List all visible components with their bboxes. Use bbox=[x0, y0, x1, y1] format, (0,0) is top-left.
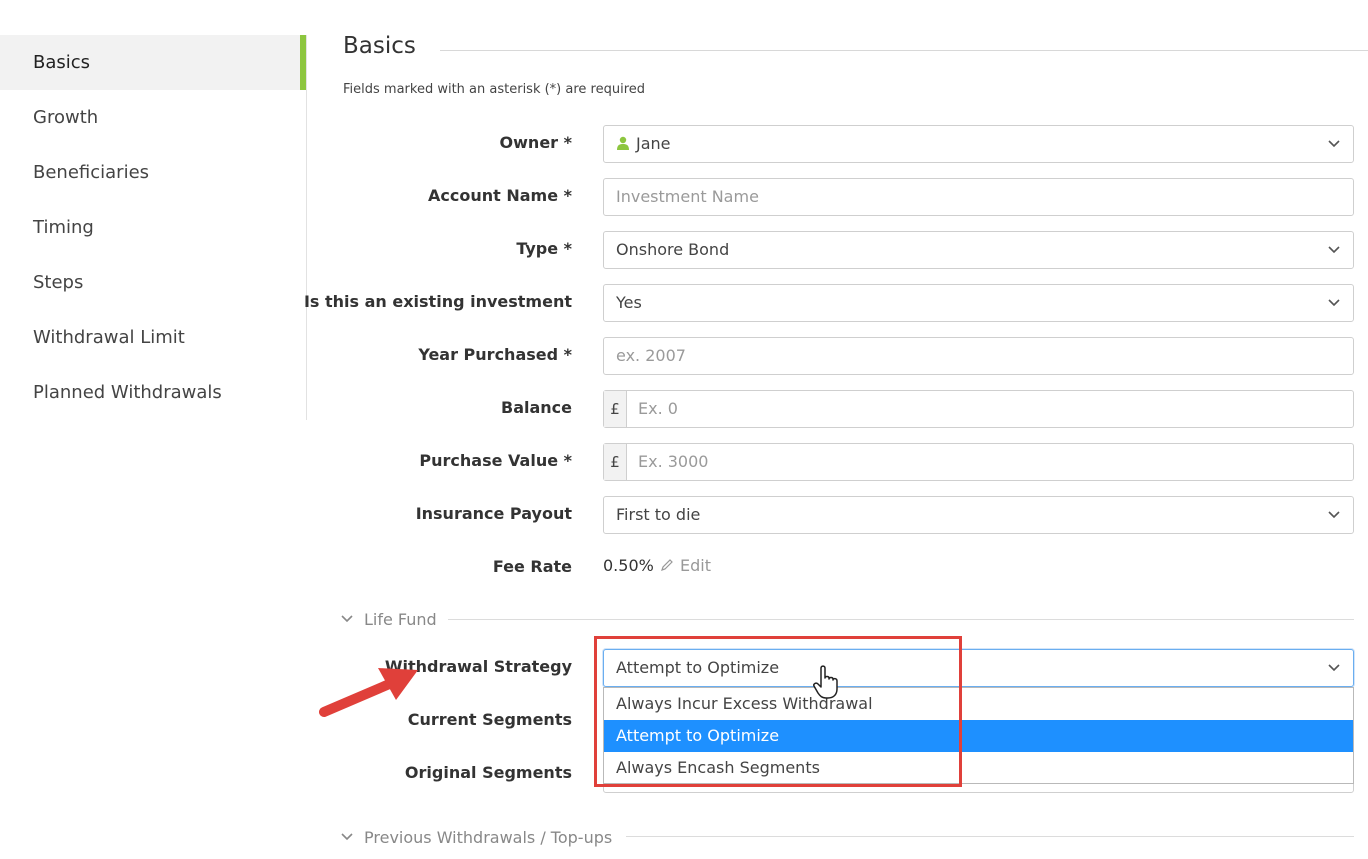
account-name-placeholder: Investment Name bbox=[616, 187, 759, 206]
current-segments-label: Current Segments bbox=[407, 710, 572, 729]
option-attempt-to-optimize[interactable]: Attempt to Optimize bbox=[604, 720, 1353, 752]
fee-rate-value: 0.50% bbox=[603, 556, 654, 575]
owner-label: Owner * bbox=[499, 133, 572, 152]
sidebar-item-basics[interactable]: Basics bbox=[0, 35, 306, 90]
insurance-payout-label: Insurance Payout bbox=[415, 504, 572, 523]
balance-label: Balance bbox=[501, 398, 572, 417]
sidebar-item-timing[interactable]: Timing bbox=[0, 200, 306, 255]
option-always-incur-excess[interactable]: Always Incur Excess Withdrawal bbox=[604, 688, 1353, 720]
chevron-down-icon bbox=[341, 615, 353, 623]
type-select[interactable]: Onshore Bond bbox=[603, 231, 1354, 269]
owner-select[interactable]: Jane bbox=[603, 125, 1354, 163]
life-fund-toggle[interactable]: Life Fund bbox=[340, 610, 437, 629]
withdrawal-strategy-select[interactable]: Attempt to Optimize bbox=[603, 649, 1354, 687]
fee-rate-label: Fee Rate bbox=[492, 557, 572, 576]
balance-input[interactable]: £ Ex. 0 bbox=[603, 390, 1354, 428]
balance-placeholder: Ex. 0 bbox=[638, 399, 678, 418]
title-divider bbox=[440, 50, 1368, 51]
edit-label: Edit bbox=[680, 556, 711, 575]
sidebar-nav: Basics Growth Beneficiaries Timing Steps… bbox=[0, 35, 307, 420]
owner-value: Jane bbox=[636, 134, 671, 153]
insurance-payout-value: First to die bbox=[616, 505, 701, 524]
purchase-value-input[interactable]: £ Ex. 3000 bbox=[603, 443, 1354, 481]
withdrawal-strategy-dropdown: Always Incur Excess Withdrawal Attempt t… bbox=[603, 687, 1354, 784]
previous-withdrawals-toggle[interactable]: Previous Withdrawals / Top-ups bbox=[340, 828, 612, 847]
chevron-down-icon bbox=[1328, 299, 1340, 307]
hand-pointer-icon bbox=[813, 665, 838, 699]
life-fund-heading: Life Fund bbox=[364, 610, 437, 629]
existing-investment-select[interactable]: Yes bbox=[603, 284, 1354, 322]
required-hint: Fields marked with an asterisk (*) are r… bbox=[343, 82, 646, 97]
person-icon bbox=[617, 136, 629, 150]
annotation-arrow-icon bbox=[319, 668, 418, 717]
sidebar-item-planned-withdrawals[interactable]: Planned Withdrawals bbox=[0, 365, 306, 420]
fee-edit-link[interactable]: Edit bbox=[660, 556, 711, 575]
year-purchased-placeholder: ex. 2007 bbox=[616, 346, 686, 365]
year-purchased-input[interactable]: ex. 2007 bbox=[603, 337, 1354, 375]
option-always-encash-segments[interactable]: Always Encash Segments bbox=[604, 752, 1353, 784]
currency-addon: £ bbox=[604, 391, 627, 427]
section-divider bbox=[448, 619, 1354, 620]
section-divider bbox=[626, 836, 1354, 837]
pencil-icon bbox=[661, 559, 673, 571]
type-label: Type * bbox=[516, 239, 572, 258]
existing-investment-value: Yes bbox=[616, 293, 642, 312]
sidebar-item-steps[interactable]: Steps bbox=[0, 255, 306, 310]
year-purchased-label: Year Purchased * bbox=[418, 345, 572, 364]
chevron-down-icon bbox=[1328, 246, 1340, 254]
withdrawal-strategy-value: Attempt to Optimize bbox=[616, 658, 780, 677]
purchase-value-placeholder: Ex. 3000 bbox=[638, 452, 709, 471]
type-value: Onshore Bond bbox=[616, 240, 730, 259]
chevron-down-icon bbox=[1328, 511, 1340, 519]
sidebar-item-beneficiaries[interactable]: Beneficiaries bbox=[0, 145, 306, 200]
chevron-down-icon bbox=[1328, 140, 1340, 148]
currency-addon: £ bbox=[604, 444, 627, 480]
insurance-payout-select[interactable]: First to die bbox=[603, 496, 1354, 534]
purchase-value-label: Purchase Value * bbox=[419, 451, 572, 470]
original-segments-label: Original Segments bbox=[404, 763, 572, 782]
existing-investment-label: Is this an existing investment bbox=[303, 292, 572, 311]
sidebar-item-growth[interactable]: Growth bbox=[0, 90, 306, 145]
previous-withdrawals-heading: Previous Withdrawals / Top-ups bbox=[364, 828, 613, 847]
account-name-label: Account Name * bbox=[428, 186, 572, 205]
account-name-input[interactable]: Investment Name bbox=[603, 178, 1354, 216]
page-title: Basics bbox=[343, 33, 416, 59]
chevron-down-icon bbox=[341, 833, 353, 841]
sidebar-item-withdrawal-limit[interactable]: Withdrawal Limit bbox=[0, 310, 306, 365]
chevron-down-icon bbox=[1328, 664, 1340, 672]
